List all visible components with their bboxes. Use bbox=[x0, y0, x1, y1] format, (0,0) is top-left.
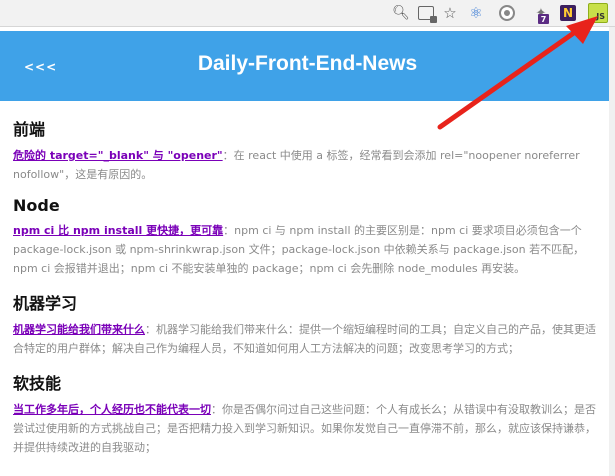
section-title: 软技能 bbox=[13, 374, 62, 393]
section-title: 前端 bbox=[13, 120, 46, 139]
translate-icon[interactable] bbox=[417, 4, 437, 23]
n-extension-icon[interactable]: N bbox=[560, 5, 576, 21]
react-devtools-icon[interactable]: ⚛ bbox=[467, 4, 485, 22]
news-link[interactable]: 机器学习能给我们带来什么 bbox=[13, 323, 145, 336]
browser-toolbar: 🔍︎ ☆ ⚛ ✦ 7 N JS bbox=[0, 0, 615, 27]
news-section: 机器学习 机器学习能给我们带来什么：机器学习能给我们带来什么：提供一个缩短编程时… bbox=[13, 290, 603, 358]
star-icon[interactable]: ☆ bbox=[441, 4, 459, 22]
news-item: npm ci 比 npm install 更快捷，更可靠：npm ci 与 np… bbox=[13, 221, 603, 278]
separator: ： bbox=[223, 224, 235, 237]
separator: ： bbox=[222, 149, 234, 162]
separator: ： bbox=[145, 323, 156, 336]
news-content: 前端 危险的 target="_blank" 与 "opener"：在 reac… bbox=[13, 116, 603, 469]
news-item: 机器学习能给我们带来什么：机器学习能给我们带来什么：提供一个缩短编程时间的工具；… bbox=[13, 320, 603, 358]
news-item: 当工作多年后，个人经历也不能代表一切：你是否偶尔问过自己这些问题：个人有成长么；… bbox=[13, 400, 603, 457]
extension-badge: 7 bbox=[538, 14, 549, 24]
news-section: 前端 危险的 target="_blank" 与 "opener"：在 reac… bbox=[13, 116, 603, 184]
scrollbar[interactable] bbox=[609, 27, 615, 476]
separator: ： bbox=[211, 403, 222, 416]
news-link[interactable]: npm ci 比 npm install 更快捷，更可靠 bbox=[13, 224, 223, 237]
page-title: Daily-Front-End-News bbox=[197, 52, 418, 75]
news-item: 危险的 target="_blank" 与 "opener"：在 react 中… bbox=[13, 146, 603, 184]
js-extension-icon[interactable]: JS bbox=[588, 3, 608, 23]
page-header: <<< Daily-Front-End-News bbox=[0, 31, 615, 101]
news-section: Node npm ci 比 npm install 更快捷，更可靠：npm ci… bbox=[13, 196, 603, 278]
news-section: 软技能 当工作多年后，个人经历也不能代表一切：你是否偶尔问过自己这些问题：个人有… bbox=[13, 370, 603, 457]
news-link[interactable]: 危险的 target="_blank" 与 "opener" bbox=[13, 149, 223, 162]
section-title: 机器学习 bbox=[13, 294, 78, 313]
target-icon[interactable] bbox=[498, 4, 516, 22]
section-title: Node bbox=[13, 196, 60, 215]
news-link[interactable]: 当工作多年后，个人经历也不能代表一切 bbox=[13, 403, 211, 416]
zoom-icon[interactable]: 🔍︎ bbox=[392, 4, 410, 22]
